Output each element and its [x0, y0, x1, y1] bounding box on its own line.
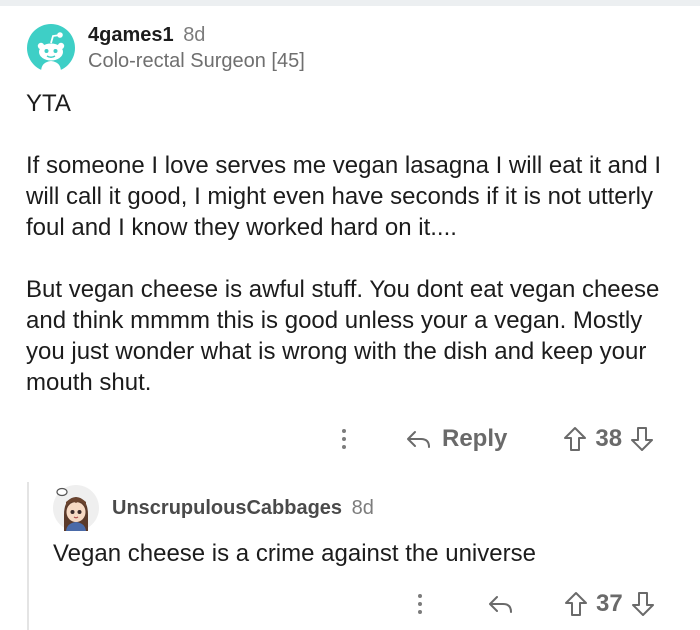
more-vertical-icon[interactable]: [410, 587, 430, 621]
reply-button[interactable]: [488, 594, 514, 614]
vote-score: 38: [595, 425, 623, 452]
snoo-avatar-icon: [27, 24, 75, 72]
reply-arrow-icon: [407, 431, 430, 448]
reply-header: UnscrupulousCabbages 8d: [112, 495, 374, 521]
reply-user-avatar[interactable]: [53, 485, 99, 531]
comment-paragraph: But vegan cheese is awful stuff. You don…: [26, 276, 660, 396]
comment-actions: Reply 38: [334, 422, 654, 456]
comment-paragraph: If someone I love serves me vegan lasagn…: [26, 152, 662, 241]
comment-paragraph: YTA: [26, 90, 71, 117]
reply-age: 8d: [351, 497, 374, 519]
vote-score: 37: [596, 590, 623, 617]
comment-author[interactable]: 4games1: [88, 24, 174, 46]
reply-label: Reply: [442, 425, 508, 452]
more-vertical-icon[interactable]: [334, 422, 354, 456]
reply-arrow-icon: [489, 596, 512, 613]
downvote-icon[interactable]: [631, 591, 655, 617]
reply-body: Vegan cheese is a crime against the univ…: [53, 540, 536, 567]
comment-age: 8d: [183, 24, 206, 46]
vote-control: 37: [564, 590, 655, 618]
comment-body: YTA If someone I love serves me vegan la…: [26, 88, 686, 429]
reply-actions: 37: [410, 587, 655, 621]
upvote-icon[interactable]: [563, 426, 587, 452]
anime-avatar-icon: [53, 485, 99, 531]
upvote-icon[interactable]: [564, 591, 588, 617]
user-flair: Colo-rectal Surgeon [45]: [88, 50, 305, 72]
downvote-icon[interactable]: [630, 426, 654, 452]
thread-line[interactable]: [27, 482, 29, 630]
reply-author[interactable]: UnscrupulousCabbages: [112, 497, 342, 519]
user-avatar[interactable]: [27, 24, 75, 72]
comment-header: 4games1 8d: [88, 22, 205, 48]
reply-button[interactable]: Reply: [406, 425, 507, 453]
vote-control: 38: [563, 425, 654, 453]
top-divider: [0, 0, 700, 6]
